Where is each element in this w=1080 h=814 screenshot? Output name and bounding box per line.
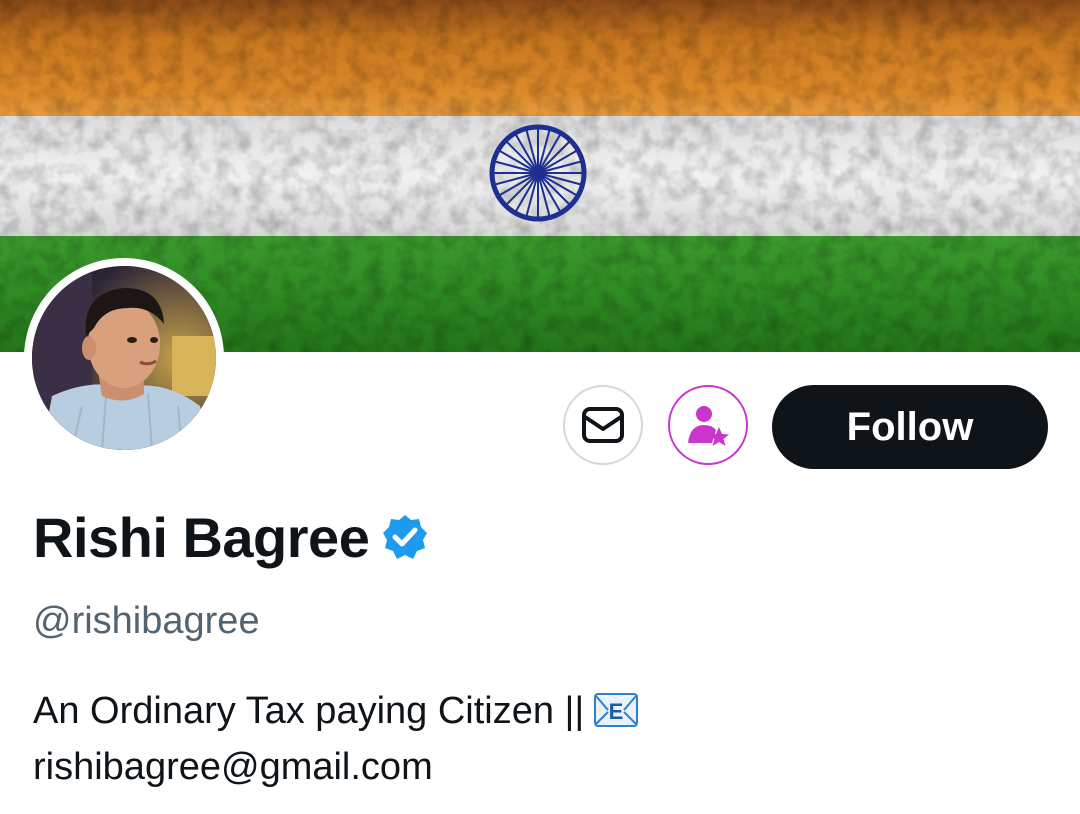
message-button[interactable]	[563, 385, 643, 465]
avatar[interactable]	[32, 266, 216, 450]
envelope-icon	[582, 407, 624, 443]
profile-name-row: Rishi Bagree	[33, 505, 429, 569]
profile-name: Rishi Bagree	[33, 505, 370, 569]
ashoka-chakra-icon	[489, 124, 587, 222]
profile-handle: @rishibagree	[33, 600, 260, 642]
svg-text:E: E	[609, 699, 624, 724]
bio-email-link[interactable]: rishibagree@gmail.com	[33, 739, 1033, 795]
profile-bio: An Ordinary Tax paying Citizen || E rish…	[33, 683, 1033, 795]
e-mail-envelope-icon: E	[594, 693, 639, 727]
subscribe-button[interactable]	[668, 385, 748, 465]
verified-badge-icon[interactable]	[381, 513, 429, 561]
bio-line-1: An Ordinary Tax paying Citizen || E	[33, 683, 1033, 739]
follow-button[interactable]: Follow	[772, 385, 1048, 469]
avatar-photo-image	[32, 266, 216, 450]
person-star-icon	[688, 406, 729, 446]
bio-text: An Ordinary Tax paying Citizen ||	[33, 690, 585, 732]
